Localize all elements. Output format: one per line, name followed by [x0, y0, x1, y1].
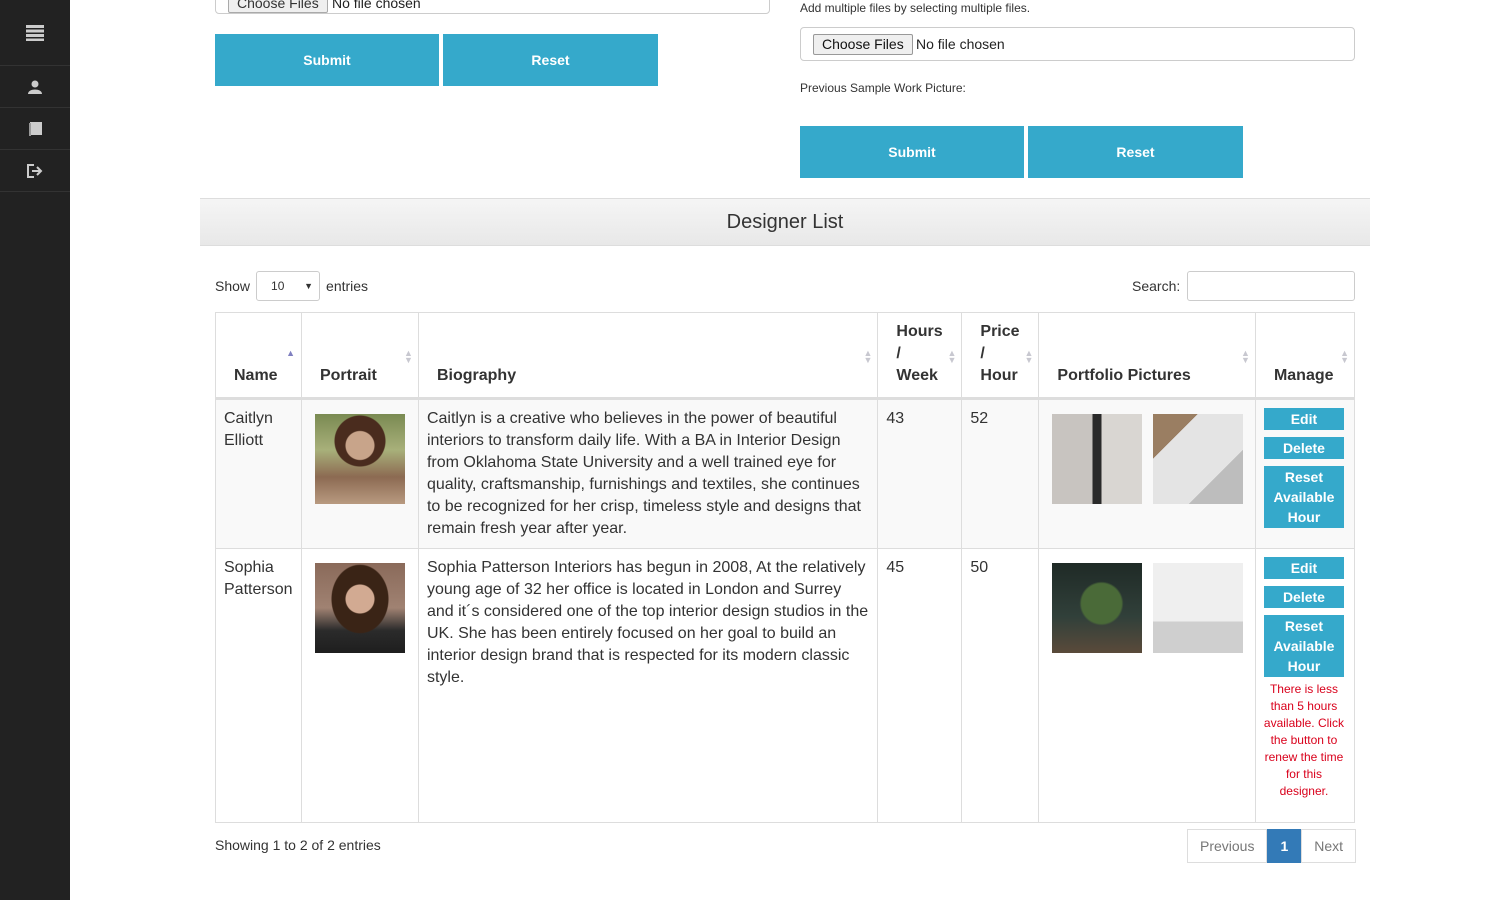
column-header-biography[interactable]: Biography ▲ ▼ [417, 312, 879, 400]
portfolio-image[interactable] [1052, 563, 1143, 653]
cell-biography: Caitlyn is a creative who believes in th… [417, 398, 879, 549]
sidebar [0, 0, 70, 900]
column-header-price-hour[interactable]: Price / Hour ▲ ▼ [961, 312, 1040, 400]
file-input-right[interactable]: Choose Files No file chosen [800, 27, 1355, 61]
multi-file-note: Add multiple files by selecting multiple… [800, 1, 1031, 15]
entries-select-value: 10 [271, 279, 285, 293]
delete-button[interactable]: Delete [1263, 437, 1344, 459]
submit-button-right[interactable]: Submit [800, 126, 1024, 178]
portrait-image [314, 563, 405, 653]
edit-button[interactable]: Edit [1263, 408, 1344, 430]
choose-files-button-left[interactable]: Choose Files [228, 0, 328, 13]
pagination-page[interactable]: 1 [1267, 829, 1302, 863]
length-control: Show 10 ▼ entries [215, 271, 368, 301]
portfolio-image[interactable] [1052, 414, 1143, 504]
file-input-left[interactable]: Choose Files No file chosen [215, 0, 770, 14]
entries-select[interactable]: 10 ▼ [256, 271, 321, 301]
choose-files-button-right[interactable]: Choose Files [813, 34, 913, 55]
cell-name: Sophia Patterson [215, 548, 302, 823]
reset-button-right[interactable]: Reset [1028, 126, 1243, 178]
search-control: Search: [1132, 271, 1356, 301]
submit-button-left[interactable]: Submit [215, 34, 439, 86]
previous-sample-label: Previous Sample Work Picture: [800, 81, 966, 95]
sort-icon: ▲ ▼ [404, 348, 413, 365]
delete-button[interactable]: Delete [1263, 586, 1344, 608]
reset-hour-button[interactable]: Reset Available Hour [1263, 466, 1344, 528]
cell-price-hour: 52 [961, 398, 1040, 549]
column-header-manage[interactable]: Manage ▲ ▼ [1254, 312, 1356, 400]
panel-title: Designer List [200, 198, 1370, 246]
book-icon [28, 121, 42, 136]
table-row: Sophia Patterson Sophia Patterson Interi… [215, 548, 1356, 823]
file-status-left: No file chosen [332, 0, 421, 11]
sort-icon: ▲ ▼ [1340, 348, 1349, 365]
user-icon [28, 80, 42, 94]
sidebar-item-profile[interactable] [0, 66, 70, 108]
file-status-right: No file chosen [916, 36, 1005, 52]
reset-button-left[interactable]: Reset [443, 34, 658, 86]
cell-biography: Sophia Patterson Interiors has begun in … [417, 548, 879, 823]
sidebar-menu-toggle[interactable] [0, 0, 70, 66]
column-header-portrait[interactable]: Portrait ▲ ▼ [300, 312, 419, 400]
reset-hour-button[interactable]: Reset Available Hour [1263, 615, 1344, 677]
sidebar-item-book[interactable] [0, 108, 70, 150]
show-label: Show [215, 278, 251, 294]
sort-icon: ▲ ▼ [1024, 348, 1034, 365]
search-label: Search: [1132, 278, 1181, 294]
portfolio-image[interactable] [1152, 563, 1243, 653]
logout-icon [27, 163, 43, 178]
search-input[interactable] [1187, 271, 1356, 301]
table-info: Showing 1 to 2 of 2 entries [215, 837, 381, 853]
portfolio-image[interactable] [1152, 414, 1243, 504]
sort-icon: ▲ ▼ [947, 348, 957, 365]
cell-hours-week: 43 [877, 398, 963, 549]
table-row: Caitlyn Elliott Caitlyn is a creative wh… [215, 398, 1356, 549]
entries-label: entries [326, 278, 369, 294]
portrait-image [314, 414, 405, 504]
caret-down-icon: ▼ [304, 281, 314, 291]
pagination-previous[interactable]: Previous [1187, 829, 1268, 863]
cell-name: Caitlyn Elliott [215, 398, 302, 549]
menu-icon [26, 24, 44, 41]
edit-button[interactable]: Edit [1263, 557, 1344, 579]
column-header-portfolio[interactable]: Portfolio Pictures ▲ ▼ [1038, 312, 1256, 400]
designer-table: Name ▲ Portrait ▲ ▼ Biography ▲ ▼ Hours / Wee… [215, 312, 1356, 823]
low-hours-warning: There is less than 5 hours available. Cl… [1263, 682, 1344, 798]
sort-icon: ▲ ▼ [1241, 348, 1250, 365]
sidebar-item-logout[interactable] [0, 150, 70, 192]
pagination: Previous 1 Next [1187, 829, 1357, 863]
column-header-hours-week[interactable]: Hours / Week ▲ ▼ [877, 312, 963, 400]
sort-icon: ▲ ▼ [863, 348, 873, 365]
cell-hours-week: 45 [877, 548, 963, 823]
cell-price-hour: 50 [961, 548, 1040, 823]
column-header-name[interactable]: Name ▲ [215, 312, 302, 400]
sort-asc-icon: ▲ [286, 348, 295, 358]
pagination-next[interactable]: Next [1301, 829, 1357, 863]
